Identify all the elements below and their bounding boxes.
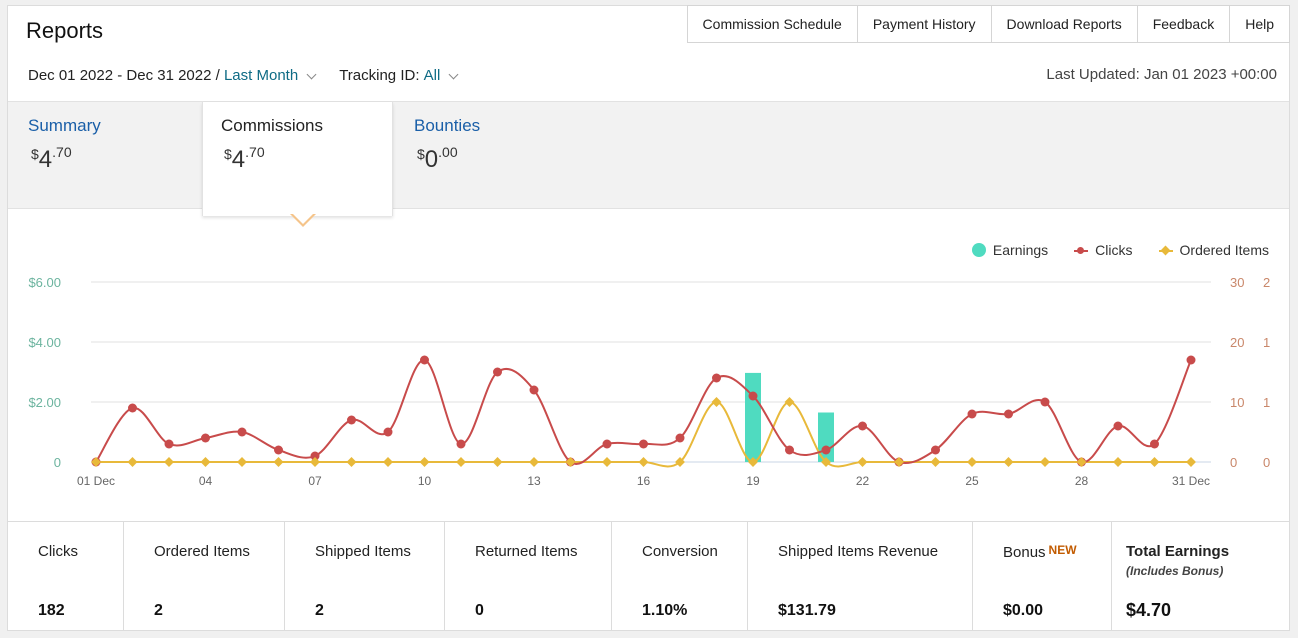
- ordered-items-point: [1003, 457, 1014, 467]
- stat-shipped-revenue: Shipped Items Revenue $131.79: [748, 522, 973, 631]
- ordered-items-point: [1149, 457, 1160, 467]
- ordered-items-point: [784, 397, 795, 407]
- stat-ordered-items: Ordered Items 2: [124, 522, 285, 631]
- clicks-point: [201, 433, 210, 443]
- ordered-items-point: [930, 457, 941, 467]
- ordered-items-point: [529, 457, 539, 467]
- right-axis2-tick-label: 1: [1263, 335, 1270, 350]
- stat-shipped-items: Shipped Items 2: [285, 522, 445, 631]
- ordered-items-point: [638, 457, 649, 467]
- x-tick-label: 28: [1075, 474, 1089, 488]
- ordered-items-point: [346, 457, 357, 467]
- clicks-point: [456, 439, 466, 449]
- right-axis2-tick-label: 1: [1263, 395, 1270, 410]
- right-axis2-tick-label: 0: [1263, 455, 1270, 470]
- stat-clicks: Clicks 182: [8, 522, 124, 631]
- earnings-chart: $6.00 30 2$4.00 20 1$2.00 10 10 0 001 Dec 04 07 10 1…: [28, 275, 1270, 488]
- right-axis-tick-label: 10: [1230, 395, 1244, 410]
- clicks-point: [164, 439, 174, 449]
- x-tick-label: 04: [199, 474, 213, 488]
- clicks-point: [347, 415, 356, 425]
- clicks-point: [858, 421, 867, 431]
- clicks-point: [712, 373, 721, 383]
- ordered-items-point: [857, 457, 868, 467]
- ordered-items-point: [894, 457, 904, 467]
- stat-conversion: Conversion 1.10%: [612, 522, 748, 631]
- clicks-point: [821, 445, 831, 455]
- ordered-items-point: [237, 457, 247, 467]
- clicks-point: [1186, 355, 1196, 365]
- clicks-point: [785, 445, 794, 455]
- ordered-items-point: [1113, 457, 1123, 467]
- stat-returned-items: Returned Items 0: [445, 522, 612, 631]
- clicks-point: [383, 427, 393, 437]
- ordered-items-point: [602, 457, 612, 467]
- clicks-point: [639, 439, 648, 449]
- stats-bar: Clicks 182 Ordered Items 2 Shipped Items 2 …: [8, 521, 1289, 631]
- left-axis-tick-label: $2.00: [28, 395, 61, 410]
- ordered-items-point: [200, 457, 211, 467]
- new-badge: NEW: [1048, 543, 1077, 557]
- x-tick-label: 16: [637, 474, 651, 488]
- ordered-items-point: [164, 457, 174, 467]
- clicks-point: [237, 427, 247, 437]
- ordered-items-point: [91, 457, 101, 467]
- left-axis-tick-label: $4.00: [28, 335, 61, 350]
- right-axis-tick-label: 30: [1230, 275, 1244, 290]
- x-tick-label: 25: [965, 474, 979, 488]
- clicks-point: [748, 391, 758, 401]
- ordered-items-point: [1186, 457, 1196, 467]
- earnings-bar: [745, 372, 761, 462]
- clicks-point: [931, 445, 940, 455]
- clicks-point: [128, 403, 137, 413]
- clicks-point: [1150, 439, 1159, 449]
- right-axis2-tick-label: 2: [1263, 275, 1270, 290]
- ordered-items-point: [967, 457, 977, 467]
- clicks-point: [493, 367, 502, 377]
- clicks-point: [675, 433, 685, 443]
- stat-total-earnings: Total Earnings (Includes Bonus) $4.70: [1126, 543, 1230, 620]
- ordered-items-point: [127, 457, 138, 467]
- x-tick-label: 19: [746, 474, 760, 488]
- x-tick-label: 13: [527, 474, 541, 488]
- x-tick-label: 22: [856, 474, 870, 488]
- clicks-point: [967, 409, 977, 419]
- ordered-items-point: [456, 457, 466, 467]
- clicks-point: [602, 439, 612, 449]
- clicks-point: [1004, 409, 1013, 419]
- clicks-point: [420, 355, 429, 365]
- x-tick-label: 01 Dec: [77, 474, 115, 488]
- clicks-point: [274, 445, 283, 455]
- ordered-items-point: [383, 457, 393, 467]
- x-tick-label: 07: [308, 474, 322, 488]
- clicks-point: [529, 385, 539, 395]
- clicks-point: [1113, 421, 1123, 431]
- stat-bonus: Bonus NEW $0.00: [973, 522, 1112, 631]
- right-axis-tick-label: 0: [1230, 455, 1237, 470]
- ordered-items-point: [1040, 457, 1050, 467]
- x-tick-label: 10: [418, 474, 432, 488]
- clicks-point: [1040, 397, 1050, 407]
- left-axis-tick-label: $6.00: [28, 275, 61, 290]
- right-axis-tick-label: 20: [1230, 335, 1244, 350]
- reports-card: Reports Commission Schedule Payment Hist…: [7, 5, 1290, 631]
- left-axis-tick-label: 0: [54, 455, 61, 470]
- ordered-items-point: [711, 397, 722, 407]
- ordered-items-point: [273, 457, 284, 467]
- x-tick-label: 31 Dec: [1172, 474, 1210, 488]
- ordered-items-point: [419, 457, 430, 467]
- ordered-items-line: [96, 400, 1191, 468]
- ordered-items-point: [492, 457, 503, 467]
